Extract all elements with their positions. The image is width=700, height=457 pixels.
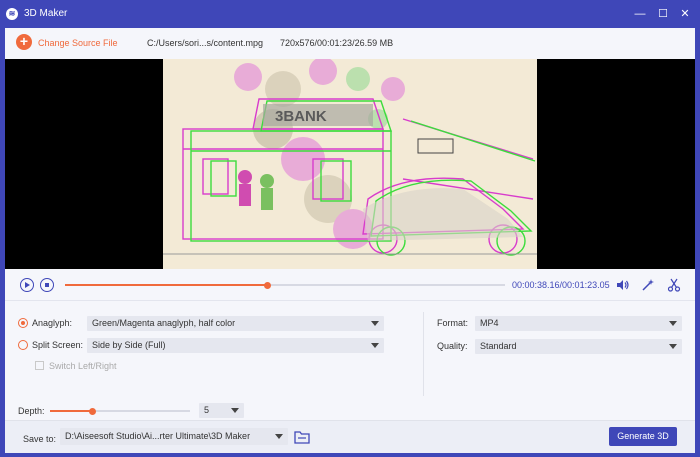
- split-screen-select-value: Side by Side (Full): [92, 340, 166, 350]
- total-time: /00:01:23.05: [559, 280, 610, 290]
- save-path-select[interactable]: D:\Aiseesoft Studio\Ai...rter Ultimate\3…: [60, 428, 288, 445]
- depth-slider[interactable]: [50, 407, 190, 415]
- current-time: 00:00:38.16: [512, 280, 560, 290]
- anaglyph-select[interactable]: Green/Magenta anaglyph, half color: [87, 316, 384, 331]
- window-title: 3D Maker: [24, 8, 68, 19]
- settings-divider: [423, 312, 424, 396]
- save-to-label: Save to:: [23, 434, 57, 444]
- quality-select[interactable]: Standard: [475, 339, 682, 354]
- anaglyph-radio[interactable]: [18, 318, 28, 328]
- folder-icon[interactable]: [294, 430, 310, 444]
- quality-select-value: Standard: [480, 341, 517, 351]
- anaglyph-frame-image: 3BANK: [163, 59, 537, 269]
- save-bar: Save to: D:\Aiseesoft Studio\Ai...rter U…: [5, 420, 695, 453]
- chevron-down-icon: [275, 434, 283, 439]
- chevron-down-icon: [669, 321, 677, 326]
- chevron-down-icon: [371, 321, 379, 326]
- depth-slider-handle[interactable]: [88, 407, 96, 415]
- format-select[interactable]: MP4: [475, 316, 682, 331]
- progress-fill: [65, 284, 268, 286]
- time-display: 00:00:38.16/00:01:23.05: [512, 280, 610, 290]
- play-icon: [25, 281, 30, 288]
- svg-text:3BANK: 3BANK: [275, 108, 327, 125]
- main-content: + Change Source File C:/Users/sori...s/c…: [5, 28, 695, 453]
- progress-handle[interactable]: [263, 281, 271, 289]
- change-source-button[interactable]: Change Source File: [38, 38, 118, 48]
- scissors-icon[interactable]: [667, 278, 681, 292]
- source-info: 720x576/00:01:23/26.59 MB: [280, 38, 394, 48]
- anaglyph-label: Anaglyph:: [32, 318, 73, 328]
- switch-left-right-checkbox[interactable]: [35, 361, 44, 370]
- split-screen-label: Split Screen:: [32, 340, 84, 350]
- chevron-down-icon: [231, 408, 239, 413]
- format-label: Format:: [437, 318, 469, 328]
- anaglyph-select-value: Green/Magenta anaglyph, half color: [92, 318, 236, 328]
- source-path: C:/Users/sori...s/content.mpg: [147, 38, 264, 48]
- chevron-down-icon: [371, 343, 379, 348]
- format-select-value: MP4: [480, 318, 499, 328]
- stop-button[interactable]: [40, 278, 54, 292]
- progress-track[interactable]: [65, 281, 505, 289]
- app-logo-icon: ≋: [6, 8, 18, 20]
- video-frame: 3BANK: [163, 59, 537, 269]
- depth-select-value: 5: [204, 405, 210, 415]
- magic-wand-icon[interactable]: [641, 278, 655, 292]
- split-screen-select[interactable]: Side by Side (Full): [87, 338, 384, 353]
- playback-controls: 00:00:38.16/00:01:23.05: [5, 269, 695, 301]
- source-bar: + Change Source File C:/Users/sori...s/c…: [5, 28, 695, 59]
- generate-3d-button[interactable]: Generate 3D: [609, 427, 677, 446]
- minimize-button[interactable]: —: [632, 6, 648, 22]
- play-button[interactable]: [20, 278, 34, 292]
- depth-label: Depth:: [18, 406, 45, 416]
- video-preview: 3BANK: [5, 59, 695, 269]
- split-screen-radio[interactable]: [18, 340, 28, 350]
- quality-label: Quality:: [437, 341, 468, 351]
- stop-icon: [44, 282, 49, 287]
- chevron-down-icon: [669, 344, 677, 349]
- app-window: ≋ 3D Maker — ☐ ✕ + Change Source File C:…: [0, 0, 700, 457]
- save-path-value: D:\Aiseesoft Studio\Ai...rter Ultimate\3…: [65, 431, 251, 441]
- settings-panel: Anaglyph: Green/Magenta anaglyph, half c…: [5, 302, 695, 420]
- depth-select[interactable]: 5: [199, 403, 244, 418]
- maximize-button[interactable]: ☐: [655, 6, 671, 22]
- title-bar: ≋ 3D Maker — ☐ ✕: [0, 0, 700, 28]
- switch-left-right-label: Switch Left/Right: [49, 361, 117, 371]
- depth-slider-fill: [50, 410, 92, 412]
- volume-icon[interactable]: [616, 278, 630, 292]
- add-source-icon[interactable]: +: [16, 34, 32, 50]
- close-button[interactable]: ✕: [677, 6, 693, 22]
